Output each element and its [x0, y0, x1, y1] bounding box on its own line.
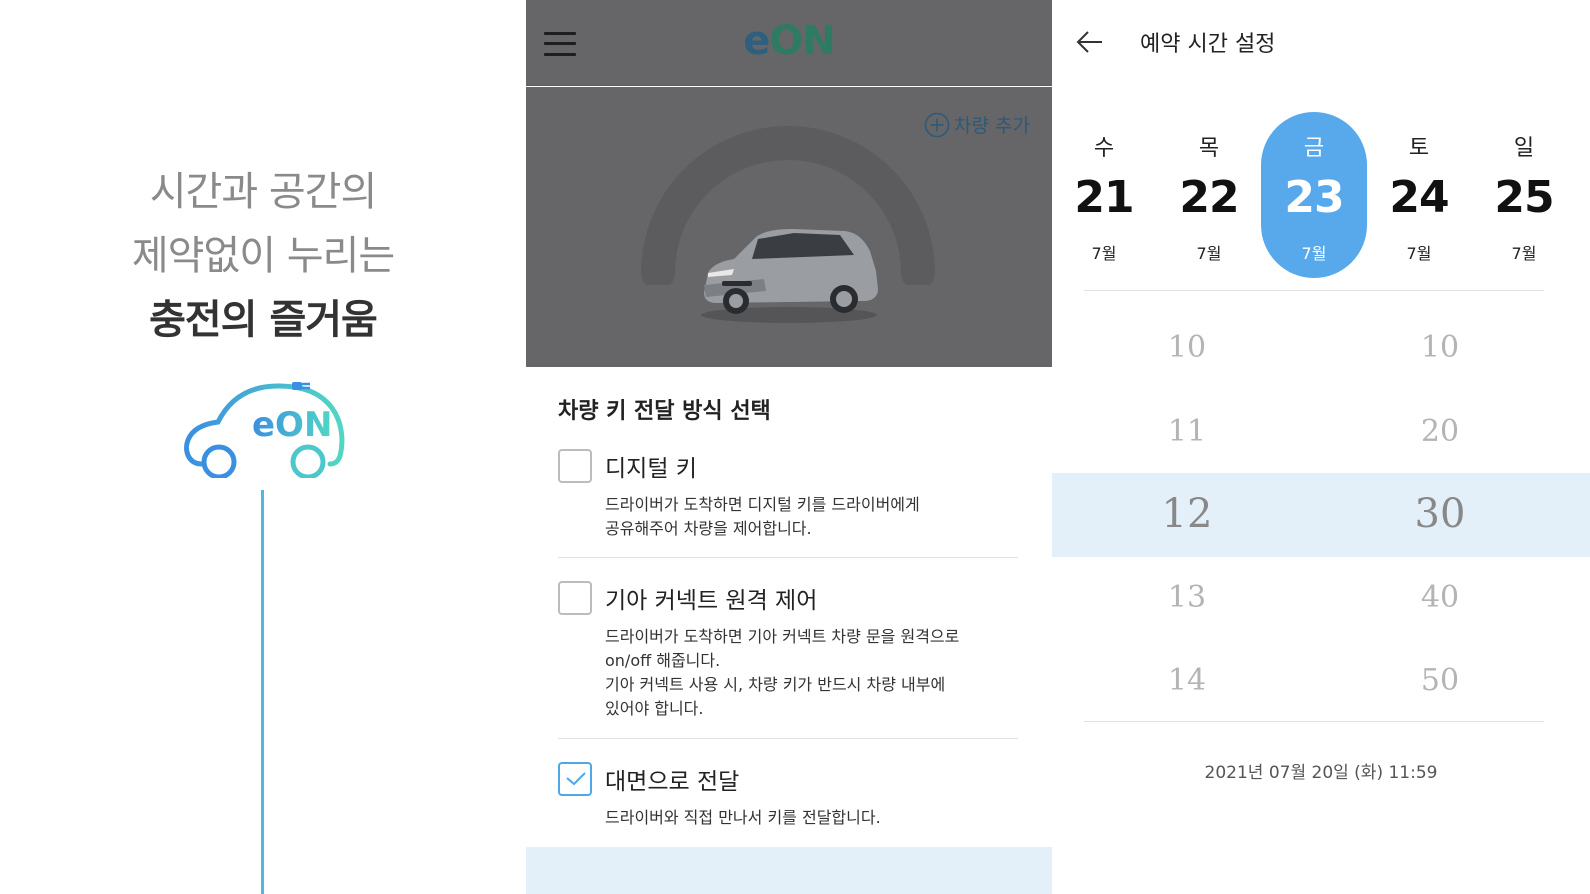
charging-cable-line — [261, 490, 264, 894]
current-datetime: 2021년 07월 20일 (화) 11:59 — [1204, 763, 1438, 783]
vehicle-hero: 차량 추가 — [526, 87, 1052, 367]
option-description: 드라이버가 도착하면 디지털 키를 드라이버에게 공유해주어 차량을 제어합니다… — [605, 493, 920, 541]
minute-option-selected[interactable]: 30 — [1370, 491, 1510, 537]
option-description: 드라이버가 도착하면 기아 커넥트 차량 문을 원격으로 on/off 해줍니다… — [605, 625, 959, 721]
hour-option[interactable]: 14 — [1117, 663, 1257, 698]
key-delivery-section: 차량 키 전달 방식 선택 디지털 키 드라이버가 도착하면 디지털 키를 드라… — [526, 367, 1052, 867]
divider — [1084, 290, 1544, 291]
in-person-checkbox[interactable] — [558, 762, 592, 796]
day-weekday: 수 — [1093, 136, 1115, 161]
minute-option[interactable]: 50 — [1370, 663, 1510, 698]
option-title: 대면으로 전달 — [605, 769, 740, 795]
day-month: 7월 — [1301, 244, 1327, 263]
minute-option[interactable]: 10 — [1370, 330, 1510, 365]
intro-panel: 시간과 공간의 제약없이 누리는 충전의 즐거움 eON — [0, 0, 526, 894]
key-section-title: 차량 키 전달 방식 선택 — [558, 399, 771, 424]
day-weekday: 목 — [1198, 136, 1220, 161]
add-vehicle-button[interactable]: 차량 추가 — [924, 111, 1030, 138]
day-date: 25 — [1494, 172, 1554, 223]
hour-option[interactable]: 11 — [1117, 414, 1257, 449]
minute-option[interactable]: 20 — [1370, 414, 1510, 449]
tagline-line-1: 시간과 공간의 — [149, 169, 378, 215]
option-desc-line: on/off 해줍니다. — [605, 651, 721, 670]
option-desc-line: 있어야 합니다. — [605, 699, 704, 718]
reservation-time-panel: 예약 시간 설정 수 21 7월 목 22 7월 금 23 7월 토 24 7월… — [1052, 0, 1590, 894]
eon-car-logo-icon: eON — [184, 382, 345, 478]
vehicle-image — [701, 229, 878, 323]
day-weekday: 금 — [1303, 136, 1325, 161]
day-item[interactable]: 목 22 7월 — [1156, 112, 1262, 278]
minute-option[interactable]: 40 — [1370, 580, 1510, 615]
tagline-line-2: 제약없이 누리는 — [131, 233, 395, 279]
day-date: 23 — [1284, 172, 1344, 223]
day-date: 22 — [1179, 172, 1239, 223]
add-vehicle-label: 차량 추가 — [954, 115, 1030, 137]
option-desc-line: 드라이버가 도착하면 디지털 키를 드라이버에게 — [605, 495, 920, 514]
brand-logo-on: ON — [769, 18, 835, 64]
brand-logo: eON — [526, 18, 1052, 64]
page-title: 예약 시간 설정 — [1140, 32, 1276, 57]
option-description: 드라이버와 직접 만나서 키를 전달합니다. — [605, 806, 881, 830]
checkmark-icon — [566, 772, 586, 786]
back-arrow-icon[interactable] — [1074, 28, 1106, 56]
day-weekday: 토 — [1408, 136, 1430, 161]
day-month: 7월 — [1091, 244, 1117, 263]
hour-option[interactable]: 13 — [1117, 580, 1257, 615]
day-date: 24 — [1389, 172, 1449, 223]
day-month: 7월 — [1511, 244, 1537, 263]
divider — [558, 738, 1018, 739]
divider — [1084, 721, 1544, 722]
day-month: 7월 — [1196, 244, 1222, 263]
option-desc-line: 기아 커넥트 사용 시, 차량 키가 반드시 차량 내부에 — [605, 675, 946, 694]
plus-circle-icon — [924, 112, 950, 137]
option-title: 기아 커넥트 원격 제어 — [605, 588, 818, 614]
bottom-info-bar — [526, 847, 1052, 894]
hour-option[interactable]: 10 — [1117, 330, 1257, 365]
day-item[interactable]: 일 25 7월 — [1471, 112, 1577, 278]
brand-logo-e: e — [743, 18, 770, 64]
logo-text: eON — [252, 405, 332, 445]
option-desc-line: 드라이버와 직접 만나서 키를 전달합니다. — [605, 808, 881, 827]
option-title: 디지털 키 — [605, 456, 697, 482]
hour-option-selected[interactable]: 12 — [1117, 491, 1257, 537]
vehicle-key-panel: eON 차량 추가 차량 키 전달 방식 선택 디지털 키 드라이버가 도착하면… — [526, 0, 1052, 894]
day-item[interactable]: 수 21 7월 — [1052, 112, 1157, 278]
option-desc-line: 드라이버가 도착하면 기아 커넥트 차량 문을 원격으로 — [605, 627, 960, 646]
day-item-selected[interactable]: 금 23 7월 — [1261, 112, 1367, 278]
app-header: eON — [526, 0, 1052, 86]
day-weekday: 일 — [1513, 136, 1535, 161]
digital-key-checkbox[interactable] — [558, 449, 592, 483]
day-item[interactable]: 토 24 7월 — [1366, 112, 1472, 278]
day-date: 21 — [1074, 172, 1134, 223]
tagline-line-3: 충전의 즐거움 — [149, 297, 378, 343]
divider — [558, 557, 1018, 558]
kia-connect-checkbox[interactable] — [558, 581, 592, 615]
day-month: 7월 — [1406, 244, 1432, 263]
option-desc-line: 공유해주어 차량을 제어합니다. — [605, 519, 812, 538]
